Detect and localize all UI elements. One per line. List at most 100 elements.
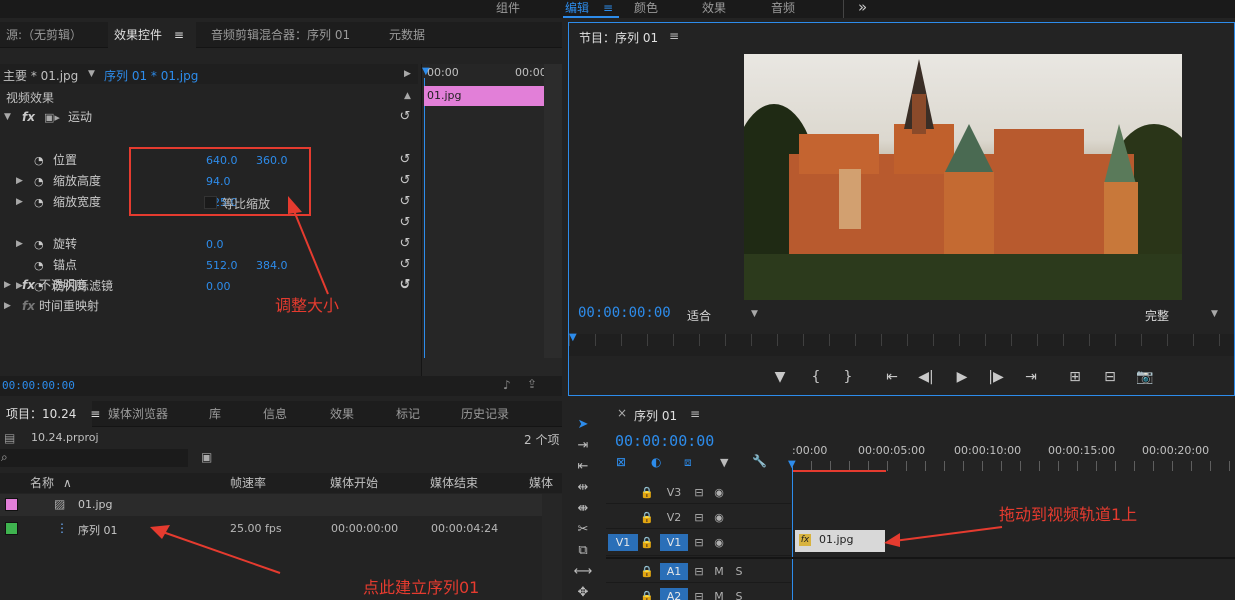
label-color-swatch[interactable] bbox=[5, 522, 18, 535]
track-select-tool-icon[interactable]: ⇥ bbox=[568, 438, 598, 453]
reset-icon[interactable]: ↺ bbox=[398, 258, 412, 272]
reset-icon[interactable]: ↺ bbox=[398, 216, 412, 230]
time-remap-expand-icon[interactable]: ▶ bbox=[4, 296, 11, 317]
reset-icon[interactable]: ↺ bbox=[398, 153, 412, 167]
snap-icon[interactable]: ◐ bbox=[651, 455, 661, 469]
sync-lock-icon[interactable]: ⊟ bbox=[692, 563, 706, 580]
lock-icon[interactable]: 🔒 bbox=[640, 509, 654, 526]
reset-icon[interactable]: ↺ bbox=[398, 174, 412, 188]
sort-up-icon[interactable]: ∧ bbox=[63, 473, 72, 493]
step-forward-icon[interactable]: |▶ bbox=[985, 369, 1007, 385]
program-menu-icon[interactable]: ≡ bbox=[669, 29, 679, 43]
tab-media-browser[interactable]: 媒体浏览器 bbox=[102, 401, 174, 427]
workspace-menu-icon[interactable]: ≡ bbox=[603, 0, 613, 16]
column-framerate[interactable]: 帧速率 bbox=[230, 473, 266, 493]
step-back-icon[interactable]: ◀| bbox=[915, 369, 937, 385]
tab-metadata[interactable]: 元数据 bbox=[383, 22, 431, 48]
play-icon[interactable]: ▶ bbox=[951, 369, 973, 385]
property-expand-icon[interactable]: ▶ bbox=[16, 234, 23, 255]
stopwatch-icon[interactable]: ◔ bbox=[34, 234, 44, 255]
lock-icon[interactable]: 🔒 bbox=[640, 484, 654, 501]
workspace-tab-audio[interactable]: 音频 bbox=[771, 0, 795, 16]
mute-icon[interactable]: M bbox=[712, 588, 726, 600]
program-video-frame[interactable] bbox=[744, 54, 1182, 300]
stopwatch-icon[interactable]: ◔ bbox=[34, 150, 44, 171]
tab-markers[interactable]: 标记 bbox=[390, 401, 426, 427]
add-marker-icon[interactable]: ▼ bbox=[769, 369, 791, 385]
tab-source[interactable]: 源:（无剪辑） bbox=[0, 22, 88, 48]
program-title[interactable]: 节目：序列 01 bbox=[579, 29, 658, 46]
effect-controls-timecode[interactable]: 00:00:00:00 bbox=[2, 379, 75, 392]
workspace-tab-assembly[interactable]: 组件 bbox=[496, 0, 520, 16]
lock-icon[interactable]: 🔒 bbox=[640, 534, 654, 551]
project-item-row[interactable]: ▨ 01.jpg bbox=[0, 494, 542, 516]
go-to-out-icon[interactable]: ⇥ bbox=[1020, 369, 1042, 385]
go-to-in-icon[interactable]: ⇤ bbox=[881, 369, 903, 385]
snap-in-nest-icon[interactable]: ⊠ bbox=[616, 455, 626, 469]
property-expand-icon[interactable]: ▶ bbox=[16, 192, 23, 213]
source-patch-v1[interactable]: V1 bbox=[608, 534, 638, 551]
ripple-edit-tool-icon[interactable]: ⇤ bbox=[568, 459, 598, 474]
sync-lock-icon[interactable]: ⊟ bbox=[692, 509, 706, 526]
eye-icon[interactable]: ◉ bbox=[712, 484, 726, 501]
eye-icon[interactable]: ◉ bbox=[712, 534, 726, 551]
tab-info[interactable]: 信息 bbox=[257, 401, 293, 427]
motion-row[interactable]: ▼ fx ▣▸ 运动 ↺ bbox=[0, 107, 418, 128]
mini-clip[interactable]: 01.jpg bbox=[424, 86, 544, 106]
add-marker-icon[interactable]: ▼ bbox=[720, 456, 728, 469]
timeline-menu-icon[interactable]: ≡ bbox=[690, 407, 700, 421]
solo-icon[interactable]: S bbox=[732, 563, 746, 580]
column-media-start[interactable]: 媒体开始 bbox=[330, 473, 378, 493]
lift-icon[interactable]: ⊞ bbox=[1064, 369, 1086, 385]
razor-tool-icon[interactable]: ✂ bbox=[568, 522, 598, 537]
time-remap-row[interactable]: ▶ fx 时间重映射 bbox=[0, 296, 418, 317]
rate-stretch-tool-icon[interactable]: ⇼ bbox=[568, 501, 598, 516]
track-name[interactable]: A2 bbox=[660, 588, 688, 600]
tab-libraries[interactable]: 库 bbox=[203, 401, 227, 427]
timeline-close-icon[interactable]: × bbox=[617, 406, 627, 420]
project-tab-menu-icon[interactable]: ≡ bbox=[90, 407, 100, 421]
solo-icon[interactable]: S bbox=[732, 588, 746, 600]
slip-tool-icon[interactable]: ⧉ bbox=[568, 543, 598, 558]
effect-property-row[interactable]: ◔ 锚点 512.0 384.0 ↺ bbox=[0, 255, 418, 276]
reset-icon[interactable]: ↺ bbox=[398, 237, 412, 251]
tab-history[interactable]: 历史记录 bbox=[455, 401, 515, 427]
sync-lock-icon[interactable]: ⊟ bbox=[692, 484, 706, 501]
project-search-input[interactable]: ⌕ bbox=[0, 449, 188, 467]
mini-scrollbar[interactable] bbox=[544, 64, 562, 358]
fit-dropdown[interactable]: 适合 ▼ bbox=[679, 305, 763, 323]
mute-icon[interactable]: M bbox=[712, 563, 726, 580]
workspace-tab-effects[interactable]: 效果 bbox=[702, 0, 726, 16]
track-name[interactable]: V3 bbox=[662, 484, 686, 501]
quality-dropdown[interactable]: 完整 ▼ bbox=[1139, 305, 1223, 323]
new-bin-icon[interactable]: ▣ bbox=[201, 450, 212, 464]
effect-property-row[interactable]: ▶ ◔ 旋转 0.0 ↺ bbox=[0, 234, 418, 255]
filter-audio-icon[interactable]: ♪ bbox=[503, 378, 511, 392]
scrubber-playhead-icon[interactable]: ▼ bbox=[569, 332, 577, 343]
wrench-icon[interactable]: 🔧 bbox=[752, 454, 767, 468]
reset-icon[interactable]: ↺ bbox=[398, 195, 412, 209]
timeline-timecode[interactable]: 00:00:00:00 bbox=[615, 432, 714, 450]
timeline-title[interactable]: 序列 01 bbox=[634, 407, 677, 424]
property-value[interactable]: 0.0 bbox=[206, 234, 224, 255]
work-area-bar[interactable] bbox=[792, 470, 886, 472]
clip-dropdown-icon[interactable]: ▼ bbox=[88, 69, 95, 79]
timeline-clip[interactable]: fx 01.jpg bbox=[795, 530, 885, 552]
column-media-duration[interactable]: 媒体持 bbox=[529, 473, 562, 510]
reset-icon[interactable]: ↺ bbox=[398, 278, 412, 292]
track-name[interactable]: A1 bbox=[660, 563, 688, 580]
mark-in-icon[interactable]: { bbox=[805, 369, 827, 385]
timeline-ruler[interactable]: :00:00 00:00:05:00 00:00:10:00 00:00:15:… bbox=[788, 441, 1235, 473]
selection-tool-icon[interactable]: ➤ bbox=[568, 417, 598, 432]
workspace-more-icon[interactable]: » bbox=[858, 0, 867, 16]
linked-selection-icon[interactable]: ⧈ bbox=[684, 455, 692, 470]
pen-tool-icon[interactable]: ✥ bbox=[568, 585, 598, 600]
property-value[interactable]: 512.0 bbox=[206, 255, 238, 276]
master-clip-label[interactable]: 主要 * 01.jpg bbox=[3, 67, 78, 84]
workspace-tab-editing[interactable]: 编辑 bbox=[565, 0, 589, 16]
motion-transform-icon[interactable]: ▣▸ bbox=[44, 112, 60, 123]
rolling-edit-tool-icon[interactable]: ⇹ bbox=[568, 480, 598, 495]
label-color-swatch[interactable] bbox=[5, 498, 18, 511]
export-icon[interactable]: ⇪ bbox=[527, 377, 537, 391]
property-expand-icon[interactable]: ▶ bbox=[16, 171, 23, 192]
